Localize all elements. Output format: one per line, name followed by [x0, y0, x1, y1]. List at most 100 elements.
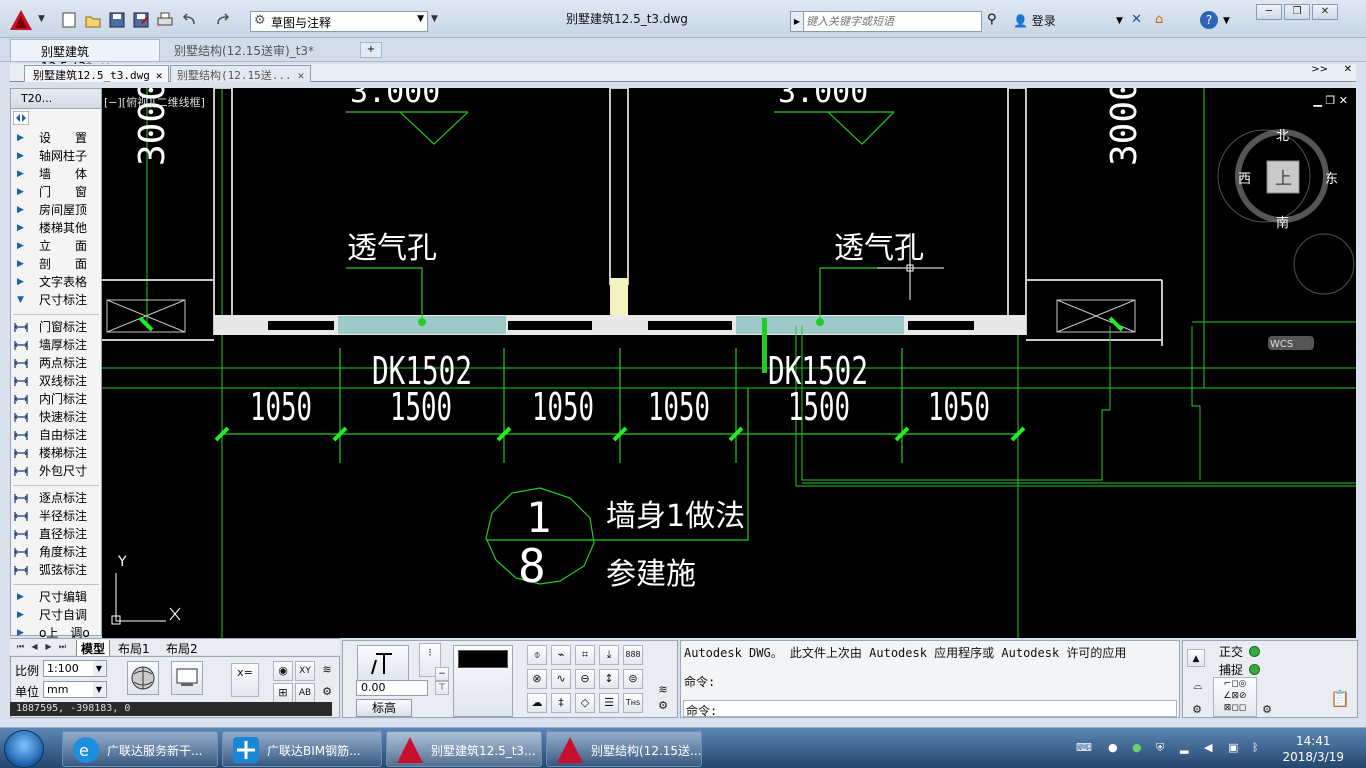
- doc-tab-1[interactable]: 别墅建筑12.5_t3*✕: [10, 39, 160, 74]
- north-arrow-icon[interactable]: ⌽: [527, 645, 547, 665]
- xy-icon[interactable]: XY: [295, 661, 315, 681]
- volume-icon[interactable]: ◀: [1204, 741, 1218, 755]
- network-icon[interactable]: ▂: [1180, 741, 1194, 755]
- zigzag-icon[interactable]: ∿: [551, 669, 571, 689]
- exchange-icon[interactable]: ✕: [1131, 12, 1142, 27]
- palette-item[interactable]: 门窗标注: [11, 318, 101, 336]
- help-dropdown-icon[interactable]: ▼: [1223, 16, 1230, 26]
- palette-item[interactable]: ▶ 楼梯其他: [11, 219, 101, 237]
- table-icon[interactable]: ☰: [599, 693, 619, 713]
- wechat-icon[interactable]: ●: [1132, 741, 1146, 755]
- viewport-controls[interactable]: ▁ ❐ ✕: [1313, 94, 1348, 107]
- compass-west[interactable]: 西: [1238, 172, 1251, 187]
- start-button[interactable]: [4, 730, 44, 768]
- first-layout-icon[interactable]: ⏮: [14, 641, 27, 653]
- arrow-marker-icon[interactable]: ↕: [599, 669, 619, 689]
- save-icon[interactable]: [108, 11, 126, 29]
- palette-item[interactable]: ▶ 门 窗: [11, 183, 101, 201]
- expand-search-icon[interactable]: ▶: [790, 11, 804, 32]
- close-icon[interactable]: ✕: [1344, 64, 1352, 75]
- hatch-icon[interactable]: ≋: [317, 661, 337, 681]
- settings-gear-icon[interactable]: ⚙: [653, 697, 673, 717]
- prev-layout-icon[interactable]: ◀: [28, 641, 41, 653]
- minimize-button[interactable]: ─: [1256, 4, 1282, 20]
- search-box[interactable]: ▶: [790, 11, 982, 32]
- palette-item[interactable]: ▶ 尺寸编辑: [11, 588, 101, 606]
- palette-item[interactable]: 弧弦标注: [11, 561, 101, 579]
- login-button[interactable]: 👤 登录: [1013, 12, 1056, 29]
- taskbar-item-3[interactable]: 别墅建筑12.5_t3...: [386, 731, 542, 767]
- palette-item[interactable]: ▶ 文字表格: [11, 273, 101, 291]
- file-tab-2[interactable]: 别墅结构(12.15送... ✕: [170, 65, 312, 82]
- open-file-icon[interactable]: [84, 11, 102, 29]
- compass-south[interactable]: 南: [1276, 215, 1289, 231]
- next-layout-icon[interactable]: ▶: [42, 641, 55, 653]
- maximize-button[interactable]: ❐: [1284, 4, 1310, 20]
- text-align-icon[interactable]: x=: [231, 663, 259, 697]
- login-dropdown-icon[interactable]: ▼: [1116, 16, 1123, 26]
- palette-item[interactable]: 内门标注: [11, 390, 101, 408]
- workspace-select[interactable]: ⚙ 草图与注释 ▼: [250, 11, 428, 32]
- snap-toggle[interactable]: 捕捉: [1219, 661, 1261, 678]
- grid-number-icon[interactable]: 888: [623, 645, 643, 665]
- more-tabs-icon[interactable]: >>: [1311, 64, 1328, 75]
- ruler-icon[interactable]: ⊞: [273, 683, 293, 703]
- palette-item[interactable]: ▼ 尺寸标注: [11, 291, 101, 309]
- autocad-logo-icon[interactable]: [8, 8, 34, 32]
- compass-east[interactable]: 东: [1325, 172, 1338, 187]
- osnap-grid-icon[interactable]: ⌐◻◎ ∠⊠⊘ ⊠◻◻: [1213, 677, 1257, 717]
- palette-item[interactable]: 角度标注: [11, 543, 101, 561]
- settings-gear-icon[interactable]: ⚙: [1187, 701, 1207, 721]
- viewcube[interactable]: [1217, 129, 1355, 350]
- taskbar-item-4[interactable]: 别墅结构(12.15送...: [546, 731, 702, 767]
- palette-item[interactable]: ▶ 墙 体: [11, 165, 101, 183]
- palette-title[interactable]: T20...: [11, 89, 101, 109]
- elevation-input[interactable]: 0.00: [356, 680, 428, 696]
- palette-item[interactable]: ▶ 房间屋顶: [11, 201, 101, 219]
- palette-item[interactable]: ▶ 尺寸自调: [11, 606, 101, 624]
- new-file-icon[interactable]: [60, 11, 78, 29]
- viewport-minimize-icon[interactable]: ▁: [1313, 94, 1321, 107]
- minus-icon[interactable]: −: [435, 667, 449, 681]
- palette-nav[interactable]: [11, 109, 101, 129]
- break-line-icon[interactable]: ⌁: [551, 645, 571, 665]
- undo-icon[interactable]: [180, 11, 198, 29]
- palette-item[interactable]: 快速标注: [11, 408, 101, 426]
- binoculars-icon[interactable]: ⚲: [987, 12, 997, 27]
- text-style-icon[interactable]: Tнs: [623, 693, 643, 713]
- wiper-icon[interactable]: ⌓: [1185, 677, 1211, 699]
- globe-small-icon[interactable]: ◉: [273, 661, 293, 681]
- usb-icon[interactable]: ▣: [1228, 741, 1242, 755]
- file-tab-1[interactable]: 别墅建筑12.5_t3.dwg ✕: [24, 65, 170, 82]
- palette-item[interactable]: 外包尺寸: [11, 462, 101, 480]
- qq-icon[interactable]: ●: [1108, 741, 1122, 755]
- help-icon[interactable]: ?: [1200, 11, 1218, 29]
- close-button[interactable]: ✕: [1312, 4, 1338, 20]
- command-input[interactable]: 命令:: [683, 700, 1177, 718]
- expand-panel-icon[interactable]: ▲: [1187, 649, 1205, 667]
- section-icon[interactable]: ⊖: [575, 669, 595, 689]
- doc-tab-2[interactable]: 别墅结构(12.15送审)_t3*: [150, 39, 350, 61]
- cross-lines-icon[interactable]: ‡: [551, 693, 571, 713]
- palette-item[interactable]: 逐点标注: [11, 489, 101, 507]
- palette-item[interactable]: 双线标注: [11, 372, 101, 390]
- clipboard-icon[interactable]: 📋: [1328, 690, 1352, 714]
- close-icon[interactable]: ✕: [298, 69, 305, 82]
- palette-item[interactable]: ▶ 剖 面: [11, 255, 101, 273]
- save-as-icon[interactable]: [132, 11, 150, 29]
- unit-select[interactable]: mm ▼: [43, 681, 107, 698]
- taskbar-item-2[interactable]: 广联达BIM钢筋...: [222, 731, 382, 767]
- palette-item[interactable]: ▶ 设 置: [11, 129, 101, 147]
- circle-symbol-icon[interactable]: ⊜: [623, 669, 643, 689]
- ab-icon[interactable]: AB: [295, 683, 315, 703]
- layout-button[interactable]: [171, 661, 203, 695]
- palette-item[interactable]: 楼梯标注: [11, 444, 101, 462]
- print-icon[interactable]: [156, 11, 174, 29]
- viewport-close-icon[interactable]: ✕: [1339, 94, 1348, 107]
- drawing-canvas[interactable]: 3000 3000 3.000 3.000 透气孔 透气孔 DK1502 DK1…: [102, 88, 1356, 638]
- compass-north[interactable]: 北: [1276, 129, 1289, 144]
- ortho-toggle[interactable]: 正交: [1219, 643, 1261, 660]
- level-icon[interactable]: ⤓: [599, 645, 619, 665]
- palette-item[interactable]: 自由标注: [11, 426, 101, 444]
- bluetooth-icon[interactable]: ᛒ: [1252, 741, 1266, 755]
